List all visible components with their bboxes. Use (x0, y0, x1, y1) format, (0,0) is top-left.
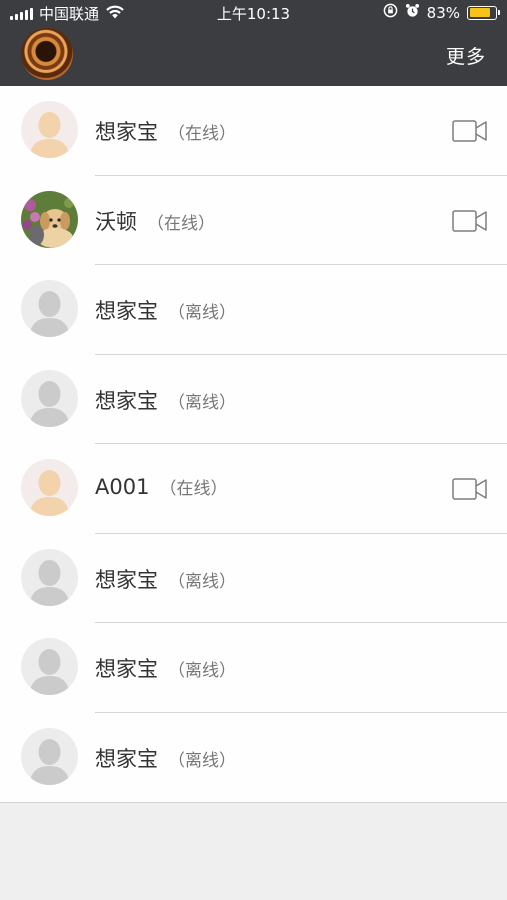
contact-avatar (21, 638, 78, 695)
contact-avatar (21, 280, 78, 337)
contact-row[interactable]: 想家宝 （在线） (0, 86, 507, 176)
contact-status: （离线） (168, 303, 236, 323)
contact-status: （在线） (147, 213, 215, 234)
contact-text: 想家宝 （离线） (95, 743, 236, 773)
contact-name: 想家宝 (95, 388, 158, 413)
contact-row[interactable]: 想家宝 （离线） (0, 265, 507, 355)
contact-avatar (21, 369, 78, 427)
contact-name: 想家宝 (95, 746, 158, 771)
contact-row[interactable]: 想家宝 （离线） (0, 713, 507, 803)
contact-row[interactable]: 想家宝 （离线） (0, 623, 507, 713)
top-bar: 中国联通 上午10:13 83% 更多 (0, 0, 507, 86)
contact-avatar (21, 459, 78, 516)
contact-name: 想家宝 (95, 657, 158, 681)
contact-text: 想家宝 （在线） (95, 116, 236, 146)
contact-text: A001 （在线） (95, 474, 227, 499)
video-call-icon[interactable] (452, 209, 488, 236)
contact-avatar (21, 548, 78, 606)
contact-text: 想家宝 （离线） (95, 564, 236, 594)
profile-avatar[interactable] (21, 28, 73, 80)
battery-level (469, 8, 491, 17)
contact-text: 沃顿 （在线） (95, 206, 215, 236)
orientation-lock-icon (383, 3, 398, 22)
contact-status: （在线） (168, 124, 236, 144)
contact-avatar (21, 190, 78, 248)
video-call-icon[interactable] (452, 120, 488, 146)
battery-percent: 83% (426, 3, 460, 22)
contact-text: 想家宝 （离线） (95, 295, 236, 325)
battery-icon (467, 5, 500, 20)
contact-status: （离线） (168, 661, 236, 681)
contact-name: 沃顿 (95, 209, 137, 234)
contact-row[interactable]: A001 （在线） (0, 444, 507, 534)
contact-row[interactable]: 沃顿 （在线） (0, 176, 507, 265)
contact-name: 想家宝 (95, 120, 158, 144)
contact-status: （离线） (168, 571, 236, 592)
contact-status: （离线） (168, 392, 236, 413)
more-button[interactable]: 更多 (446, 42, 486, 69)
contact-name: 想家宝 (95, 567, 158, 592)
status-right: 83% (383, 3, 500, 22)
contact-name: 想家宝 (95, 299, 158, 323)
contact-row[interactable]: 想家宝 （离线） (0, 355, 507, 444)
contact-row[interactable]: 想家宝 （离线） (0, 534, 507, 623)
contact-status: （在线） (159, 479, 228, 499)
contact-list: 想家宝 （在线） 沃顿 （在线） 想家宝 （离线） 想家宝 （离线） A001 （在线） 想家宝 （离… (0, 86, 507, 803)
contact-status: （离线） (168, 750, 236, 771)
contact-avatar (21, 101, 78, 158)
contact-text: 想家宝 （离线） (95, 653, 236, 683)
contact-text: 想家宝 （离线） (95, 385, 236, 415)
contact-avatar (21, 727, 78, 785)
video-call-icon[interactable] (452, 478, 488, 504)
contact-name: A001 (95, 475, 150, 499)
status-bar: 中国联通 上午10:13 83% (0, 0, 507, 26)
alarm-icon (405, 3, 420, 22)
